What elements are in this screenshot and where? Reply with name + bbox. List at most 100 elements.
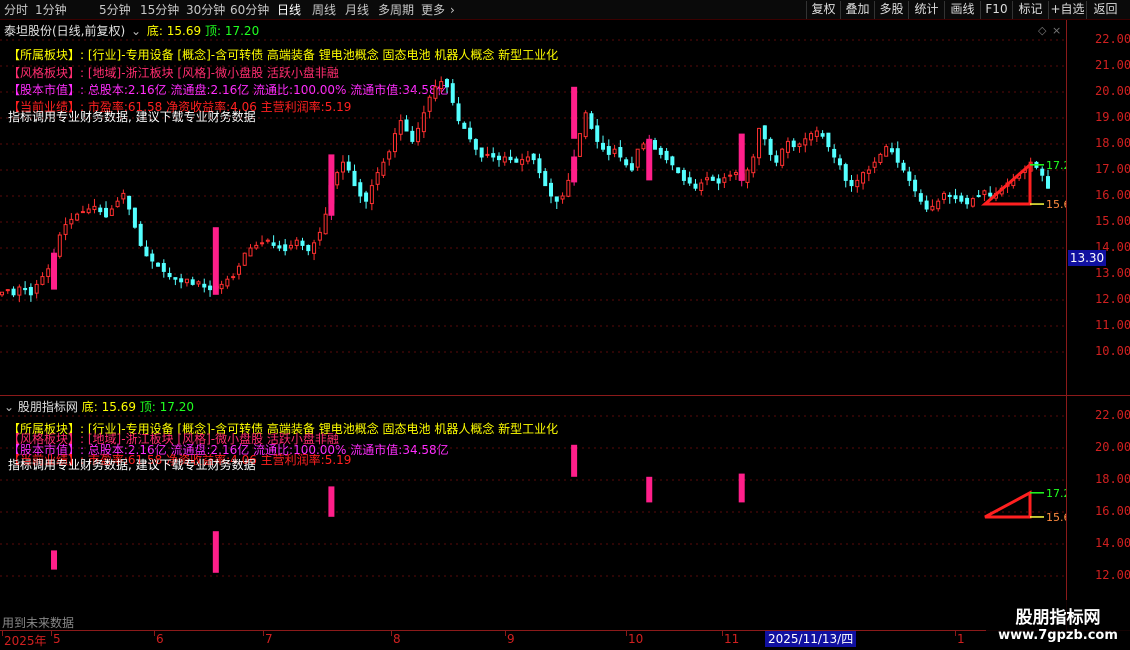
candle-body [444, 79, 449, 88]
candle-body [797, 143, 802, 147]
candle-body [127, 195, 132, 210]
tab-1min[interactable]: 1分钟 [35, 2, 67, 18]
main-triangle [980, 161, 1032, 206]
candle-body [930, 205, 935, 211]
toolbar: 分时 1分钟 5分钟 15分钟 30分钟 60分钟 日线 周线 月线 多周期 更… [0, 0, 1130, 20]
candle-body [982, 190, 987, 195]
candle-body [918, 193, 923, 202]
candle-body [895, 148, 900, 163]
candle-body [184, 278, 189, 284]
candle-body [144, 246, 149, 257]
fuquan-button[interactable]: 复权 [806, 1, 840, 19]
candle-body [705, 177, 710, 181]
x-tick-label: 9 [507, 632, 515, 646]
mark-button[interactable]: 标记 [1012, 1, 1048, 19]
candle-body [583, 112, 588, 138]
signal-bar [212, 227, 219, 295]
main-high-label: 17.2 [1046, 159, 1066, 172]
tab-multi-period[interactable]: 多周期 [378, 2, 414, 18]
tab-more[interactable]: 更多 [421, 2, 445, 18]
candle-body [260, 242, 265, 245]
candle-body [202, 283, 207, 288]
signal-bar [51, 550, 58, 570]
candle-body [681, 170, 686, 181]
price-badge: 13.30 [1068, 250, 1106, 266]
candle-body [104, 207, 109, 218]
candle-body [364, 192, 369, 202]
back-button[interactable]: 返回 [1086, 1, 1124, 19]
candle-body [941, 192, 946, 200]
x-tick-mark [154, 630, 155, 636]
candle-body [63, 224, 68, 235]
candle-body [554, 196, 559, 202]
x-tick-label: 6 [156, 632, 164, 646]
candle-body [670, 156, 675, 166]
tab-weekly[interactable]: 周线 [312, 2, 336, 18]
candle-body [803, 138, 808, 146]
indicator-chart[interactable]: 17.2 15.6 [0, 396, 1066, 630]
candle-body [970, 198, 975, 207]
candle-body [11, 288, 16, 296]
candle-body [745, 169, 750, 183]
candle-body [28, 286, 33, 296]
y-tick-label: 22.00 [1095, 32, 1130, 46]
candle-body [231, 276, 236, 279]
candle-body [271, 242, 276, 246]
candle-body [80, 211, 85, 214]
candle-body [265, 239, 270, 242]
candle-body [254, 244, 259, 249]
tab-60min[interactable]: 60分钟 [230, 2, 269, 18]
candle-body [820, 133, 825, 137]
f10-button[interactable]: F10 [980, 1, 1012, 19]
tab-monthly[interactable]: 月线 [345, 2, 369, 18]
overlay-button[interactable]: 叠加 [840, 1, 874, 19]
main-low-label: 15.6 [1046, 198, 1066, 211]
candle-body [774, 155, 779, 163]
tab-intraday[interactable]: 分时 [4, 2, 28, 18]
chevron-right-icon[interactable]: › [450, 2, 455, 18]
candle-body [722, 177, 727, 183]
candle-body [40, 276, 45, 285]
candle-body [710, 176, 715, 181]
add-watchlist-button[interactable]: +自选 [1048, 1, 1086, 19]
signal-bar [646, 138, 653, 181]
candle-body [387, 151, 392, 160]
candle-body [248, 247, 253, 257]
tab-15min[interactable]: 15分钟 [140, 2, 179, 18]
y-tick-label: 13.00 [1095, 266, 1130, 280]
x-tick-label: 7 [265, 632, 273, 646]
draw-line-button[interactable]: 画线 [944, 1, 980, 19]
candle-body [629, 163, 634, 171]
candle-body [872, 161, 877, 168]
candle-body [23, 287, 28, 291]
candle-body [502, 156, 507, 163]
candle-body [889, 148, 894, 153]
candle-body [352, 170, 357, 187]
candle-body [167, 272, 172, 278]
candle-body [468, 127, 473, 140]
multi-stock-button[interactable]: 多股 [874, 1, 908, 19]
candle-body [0, 291, 4, 296]
signal-bar [212, 531, 219, 573]
tab-daily[interactable]: 日线 [277, 2, 301, 18]
candle-body [1040, 168, 1045, 176]
tab-30min[interactable]: 30分钟 [186, 2, 225, 18]
candle-body [676, 167, 681, 174]
ind-high-label: 17.2 [1046, 487, 1066, 500]
stats-button[interactable]: 统计 [908, 1, 944, 19]
price-chart[interactable]: 17.2 15.6 [0, 20, 1066, 395]
y-tick-label: 15.00 [1095, 214, 1130, 228]
candle-body [549, 182, 554, 197]
tab-5min[interactable]: 5分钟 [99, 2, 131, 18]
candle-body [219, 283, 224, 290]
y-tick-label: 21.00 [1095, 58, 1130, 72]
candle-body [392, 133, 397, 153]
x-tick-mark [391, 630, 392, 636]
candle-body [300, 240, 305, 246]
candle-body [208, 285, 213, 291]
candle-body [75, 213, 80, 221]
x-tick-mark [955, 630, 956, 636]
candle-body [658, 147, 663, 155]
candle-body [907, 171, 912, 181]
candle-body [277, 245, 282, 249]
